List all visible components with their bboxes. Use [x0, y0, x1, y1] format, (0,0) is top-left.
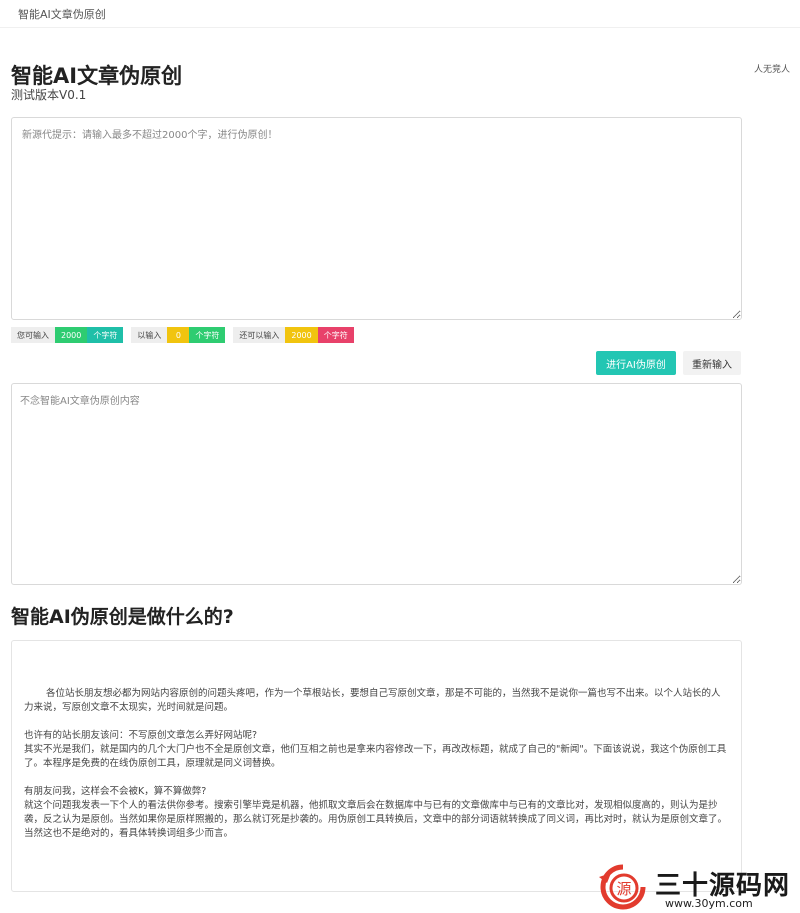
counter-unit: 个字符: [317, 327, 354, 343]
article-paragraph: 也许有的站长朋友该问：不写原创文章怎么弄好网站呢? 其实不光是我们，就是国内的几…: [24, 730, 727, 769]
article-body: 各位站长朋友想必都为网站内容原创的问题头疼吧，作为一个草根站长，要想自己写原创文…: [11, 640, 742, 892]
counter-label: 您可输入: [11, 327, 55, 343]
counter-value: 0: [167, 327, 190, 343]
rewrite-button[interactable]: 进行AI伪原创: [596, 351, 676, 375]
counter-label: 以输入: [131, 327, 168, 343]
reset-button[interactable]: 重新输入: [683, 351, 741, 375]
source-text-input[interactable]: [11, 117, 742, 320]
counter-remaining: 还可以输入 2000 个字符: [233, 327, 354, 343]
counter-entered: 以输入 0 个字符: [131, 327, 226, 343]
counter-value: 2000: [285, 327, 318, 343]
watermark-logo-glyph: 源: [616, 880, 631, 898]
version-subtitle: 测试版本V0.1: [11, 88, 87, 102]
article-paragraph: 各位站长朋友想必都为网站内容原创的问题头疼吧，作为一个草根站长，要想自己写原创文…: [24, 688, 721, 713]
site-watermark: 源 三十源码网 www.30ym.com: [593, 863, 797, 911]
counter-value: 2000: [55, 327, 88, 343]
watermark-url: www.30ym.com: [665, 897, 753, 910]
counter-available: 您可输入 2000 个字符: [11, 327, 124, 343]
top-navbar: 智能AI文章伪原创: [0, 0, 800, 28]
counter-unit: 个字符: [189, 327, 226, 343]
article-paragraph: 有朋友问我，这样会不会被K，算不算做弊? 就这个问题我发表一下个人的看法供你参考…: [24, 786, 728, 839]
rewritten-output[interactable]: [11, 383, 742, 585]
aside-note: 人无竞人: [753, 65, 790, 75]
char-counters: 您可输入 2000 个字符 以输入 0 个字符 还可以输入 2000 个字符: [11, 327, 362, 343]
watermark-logo-icon: 源: [599, 864, 646, 910]
counter-label: 还可以输入: [233, 327, 286, 343]
section-title: 智能AI伪原创是做什么的?: [11, 606, 234, 628]
navbar-brand-link[interactable]: 智能AI文章伪原创: [18, 6, 106, 22]
counter-unit: 个字符: [87, 327, 124, 343]
